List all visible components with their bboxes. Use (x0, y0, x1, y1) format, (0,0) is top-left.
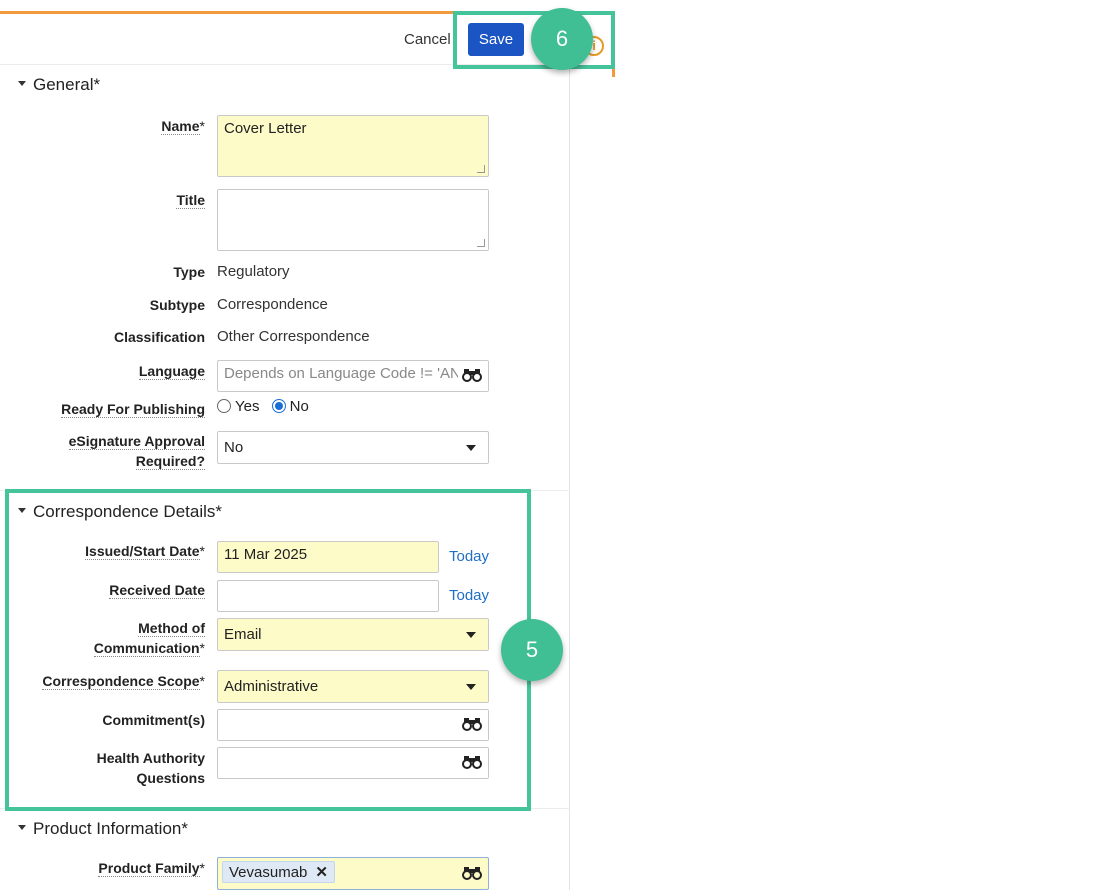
type-value: Regulatory (217, 263, 290, 280)
esignature-select-value: No (224, 439, 244, 456)
ready-for-publishing-label-text: Ready For Publishing (61, 401, 205, 418)
product-family-label-text: Product Family (98, 860, 200, 877)
ready-for-publishing-radio-group: Yes No (217, 398, 317, 415)
product-token[interactable]: Vevasumab ✕ (222, 861, 335, 883)
caret-down-icon (18, 81, 26, 87)
section-general-title: General* (33, 75, 101, 94)
language-label-text: Language (138, 363, 205, 380)
resize-grip-icon[interactable] (477, 165, 485, 173)
esignature-label-line2: Required? (135, 453, 205, 470)
radio-yes-label: Yes (235, 398, 260, 415)
resize-grip-icon[interactable] (477, 239, 485, 247)
section-product-header[interactable]: Product Information* (18, 819, 188, 839)
name-field[interactable]: Cover Letter (217, 115, 489, 177)
language-label: Language (138, 361, 205, 381)
product-family-field[interactable]: Vevasumab ✕ (217, 857, 489, 890)
ready-for-publishing-label: Ready For Publishing (61, 399, 205, 419)
remove-token-icon[interactable]: ✕ (315, 864, 328, 881)
language-lookup-field[interactable]: Depends on Language Code != 'AN (217, 360, 489, 392)
binoculars-icon[interactable] (462, 866, 482, 883)
radio-no-label: No (289, 398, 309, 415)
radio-no[interactable] (271, 399, 286, 413)
subtype-value: Correspondence (217, 296, 328, 313)
esignature-select[interactable]: No (217, 431, 489, 464)
publishing-no-option[interactable]: No (271, 398, 309, 415)
required-marker: * (199, 860, 205, 876)
radio-yes[interactable] (217, 399, 231, 413)
step-badge-5: 5 (501, 619, 563, 681)
caret-down-icon (466, 444, 476, 451)
subtype-label: Subtype (149, 297, 205, 313)
name-field-value: Cover Letter (224, 120, 307, 137)
type-label: Type (173, 264, 205, 280)
title-label: Title (176, 190, 205, 210)
name-label: Name* (161, 116, 205, 136)
title-label-text: Title (176, 192, 205, 209)
product-token-label: Vevasumab (229, 864, 308, 881)
name-label-text: Name (161, 118, 200, 135)
required-marker: * (199, 118, 205, 134)
classification-label: Classification (113, 329, 205, 345)
esignature-label-line1: eSignature Approval (68, 433, 205, 450)
correspondence-highlight-box (5, 489, 531, 811)
product-family-label: Product Family* (98, 858, 205, 878)
language-placeholder: Depends on Language Code != 'AN (224, 365, 458, 382)
cancel-button[interactable]: Cancel (404, 31, 451, 48)
classification-value: Other Correspondence (217, 328, 370, 345)
caret-down-icon (18, 825, 26, 831)
section-product-title: Product Information* (33, 819, 188, 838)
step-badge-6: 6 (531, 8, 593, 70)
title-field[interactable] (217, 189, 489, 251)
esignature-label: eSignature Approval Required? (68, 431, 205, 471)
section-general-header[interactable]: General* (18, 75, 100, 95)
publishing-yes-option[interactable]: Yes (217, 398, 259, 415)
binoculars-icon[interactable] (462, 368, 482, 385)
